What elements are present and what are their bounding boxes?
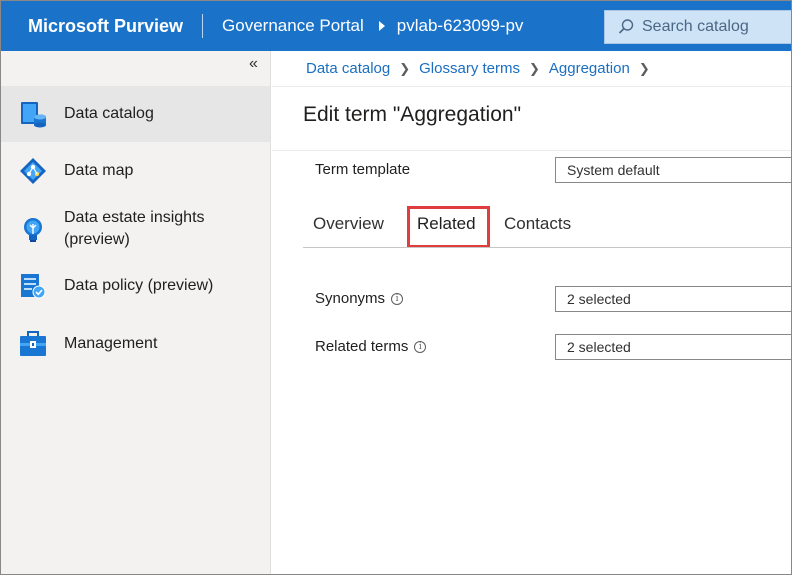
caret-right-icon: [378, 21, 385, 31]
sidebar-item-data-policy[interactable]: Data policy (preview): [1, 261, 270, 311]
data-catalog-icon: [21, 102, 46, 128]
title-divider: [272, 150, 791, 151]
policy-icon: [21, 274, 46, 299]
top-bar: Microsoft Purview Governance Portal pvla…: [1, 1, 791, 51]
synonyms-label: Synonyms i: [315, 290, 404, 307]
chevron-right-icon: ❯: [638, 60, 650, 76]
sidebar: « Data catalog Data map Data estate insi…: [1, 51, 271, 574]
info-icon[interactable]: i: [414, 340, 427, 353]
related-terms-dropdown[interactable]: 2 selected: [555, 334, 791, 360]
header-divider: [202, 14, 204, 38]
tabs-divider: [303, 247, 791, 248]
synonyms-dropdown[interactable]: 2 selected: [555, 286, 791, 312]
main-content: Data catalog ❯ Glossary terms ❯ Aggregat…: [272, 51, 791, 574]
sidebar-item-label: Data estate insights: [64, 209, 205, 226]
chevron-right-icon: ❯: [529, 60, 540, 76]
collapse-sidebar-icon[interactable]: «: [249, 55, 258, 73]
tab-overview[interactable]: Overview: [313, 214, 384, 234]
management-icon: [20, 331, 46, 356]
data-map-icon: [20, 158, 46, 184]
breadcrumb-divider: [272, 86, 791, 87]
page-title: Edit term "Aggregation": [303, 103, 522, 126]
term-template-label: Term template: [315, 161, 411, 178]
brand-name[interactable]: Microsoft Purview: [28, 16, 183, 37]
sidebar-item-data-catalog[interactable]: Data catalog: [1, 86, 270, 142]
breadcrumb: Data catalog ❯ Glossary terms ❯ Aggregat…: [306, 60, 659, 77]
search-icon: [618, 19, 634, 34]
breadcrumb-data-catalog[interactable]: Data catalog: [306, 60, 390, 77]
related-terms-label-text: Related terms: [315, 338, 409, 355]
account-name[interactable]: pvlab-623099-pv: [397, 16, 524, 36]
sidebar-item-label: Data policy (preview): [64, 277, 214, 294]
sidebar-item-management[interactable]: Management: [1, 319, 270, 369]
search-input[interactable]: Search catalog: [642, 18, 749, 36]
insights-icon: [24, 218, 42, 242]
sidebar-item-data-map[interactable]: Data map: [1, 143, 270, 199]
breadcrumb-glossary-terms[interactable]: Glossary terms: [419, 60, 520, 77]
synonyms-label-text: Synonyms: [315, 290, 386, 307]
term-template-dropdown[interactable]: System default: [555, 157, 791, 183]
related-terms-label: Related terms i: [315, 338, 427, 355]
sidebar-item-label-line2: (preview): [64, 231, 130, 248]
sidebar-item-label: Management: [64, 335, 158, 352]
breadcrumb-aggregation[interactable]: Aggregation: [549, 60, 630, 77]
tab-related[interactable]: Related: [417, 214, 476, 234]
sidebar-item-label: Data map: [64, 162, 134, 179]
info-icon[interactable]: i: [391, 292, 404, 305]
portal-name[interactable]: Governance Portal: [222, 16, 364, 36]
app-window: Microsoft Purview Governance Portal pvla…: [0, 0, 792, 575]
tab-contacts[interactable]: Contacts: [504, 214, 571, 234]
sidebar-item-label: Data catalog: [64, 105, 154, 122]
sidebar-item-data-estate-insights[interactable]: Data estate insights (preview): [1, 201, 270, 261]
search-box[interactable]: Search catalog: [604, 10, 791, 44]
chevron-right-icon: ❯: [399, 60, 411, 76]
